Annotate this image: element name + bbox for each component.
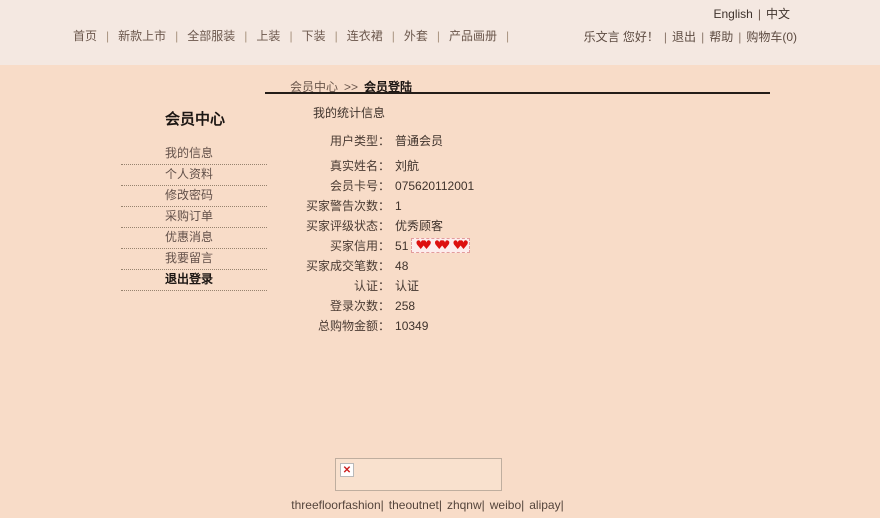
separator: | xyxy=(106,29,109,43)
separator: | xyxy=(482,498,485,512)
separator: | xyxy=(381,498,384,512)
footer-link-threefloorfashion[interactable]: threefloorfashion xyxy=(291,498,380,512)
separator: | xyxy=(561,498,564,512)
stat-value: 优秀顾客 xyxy=(395,219,443,233)
stat-row-buyer-credit: 买家信用： 51 ♥♥ ♥♥ ♥♥ xyxy=(270,236,610,256)
nav-item-all-clothing[interactable]: 全部服装 xyxy=(187,29,235,43)
nav-item-tops[interactable]: 上装 xyxy=(256,29,280,43)
nav-item-catalog[interactable]: 产品画册 xyxy=(449,29,497,43)
separator: | xyxy=(521,498,524,512)
stat-colon: ： xyxy=(378,259,390,273)
stat-row-member-card-number: 会员卡号： 075620112001 xyxy=(270,176,610,196)
cart-link[interactable]: 购物车(0) xyxy=(746,30,797,44)
nav-item-dresses[interactable]: 连衣裙 xyxy=(347,29,383,43)
separator: | xyxy=(175,29,178,43)
stat-value: 51 xyxy=(395,239,408,253)
stat-colon: ： xyxy=(378,134,390,148)
lang-english-link[interactable]: English xyxy=(714,7,753,21)
stat-label: 认证 xyxy=(270,276,378,296)
stat-label: 买家警告次数 xyxy=(270,196,378,216)
separator: | xyxy=(392,29,395,43)
stat-row-certification: 认证：认证 xyxy=(270,276,610,296)
separator: | xyxy=(701,30,704,44)
stat-row-real-name: 真实姓名： 刘航 xyxy=(270,156,610,176)
stat-row-buyer-rating-status: 买家评级状态： 优秀顾客 xyxy=(270,216,610,236)
stat-row-login-count: 登录次数： 258 xyxy=(270,296,610,316)
stat-label: 会员卡号 xyxy=(270,176,378,196)
separator: | xyxy=(335,29,338,43)
stat-value: 认证 xyxy=(395,279,419,293)
stat-label: 买家成交笔数 xyxy=(270,256,378,276)
sidebar-item-my-info[interactable]: 我的信息 xyxy=(121,144,267,165)
separator: | xyxy=(506,29,509,43)
broken-image-x-icon: ✕ xyxy=(340,463,354,477)
stat-value: 刘航 xyxy=(395,159,419,173)
stat-value: 10349 xyxy=(395,319,428,333)
footer-link-weibo[interactable]: weibo xyxy=(490,498,521,512)
nav-item-coats[interactable]: 外套 xyxy=(404,29,428,43)
user-bar: 乐文言 您好！ | 退出 | 帮助 | 购物车(0) xyxy=(584,28,797,45)
sidebar-item-logout[interactable]: 退出登录 xyxy=(121,270,267,291)
double-heart-icon: ♥♥ xyxy=(415,238,427,252)
separator: | xyxy=(437,29,440,43)
stat-value: 普通会员 xyxy=(395,134,443,148)
stat-label: 真实姓名 xyxy=(270,156,378,176)
stat-label: 买家信用 xyxy=(270,236,378,256)
stat-row-completed-deals: 买家成交笔数： 48 xyxy=(270,256,610,276)
stat-label: 登录次数 xyxy=(270,296,378,316)
footer-link-alipay[interactable]: alipay xyxy=(529,498,560,512)
stat-colon: ： xyxy=(378,179,390,193)
stat-value: 48 xyxy=(395,259,408,273)
sidebar-item-promo-news[interactable]: 优惠消息 xyxy=(121,228,267,249)
separator: | xyxy=(244,29,247,43)
stat-row-buyer-warnings: 买家警告次数： 1 xyxy=(270,196,610,216)
user-greeting: 乐文言 您好！ xyxy=(584,30,659,44)
main-nav: 首页 | 新款上市 | 全部服装 | 上装 | 下装 | 连衣裙 | 外套 | 产品画册 | xyxy=(73,27,518,44)
sidebar-item-leave-message[interactable]: 我要留言 xyxy=(121,249,267,270)
member-center-sidebar: 会员中心 我的信息 个人资料 修改密码 采购订单 优惠消息 我要留言 退出登录 xyxy=(121,112,267,291)
stat-colon: ： xyxy=(378,279,390,293)
footer-link-zhqnw[interactable]: zhqnw xyxy=(447,498,482,512)
separator: | xyxy=(758,7,761,21)
footer-link-theoutnet[interactable]: theoutnet xyxy=(389,498,439,512)
credit-hearts-badge: ♥♥ ♥♥ ♥♥ xyxy=(411,238,470,253)
broken-banner-image[interactable]: ✕ xyxy=(335,458,502,491)
language-switcher: English | 中文 xyxy=(714,5,791,22)
stat-label: 用户类型 xyxy=(270,131,378,151)
sidebar-title: 会员中心 xyxy=(121,112,267,128)
stat-row-user-type: 用户类型： 普通会员 xyxy=(270,131,610,151)
stat-value: 258 xyxy=(395,299,415,313)
sidebar-item-personal-profile[interactable]: 个人资料 xyxy=(121,165,267,186)
double-heart-icon: ♥♥ xyxy=(434,238,446,252)
separator: | xyxy=(738,30,741,44)
sidebar-item-change-password[interactable]: 修改密码 xyxy=(121,186,267,207)
nav-item-home[interactable]: 首页 xyxy=(73,29,97,43)
nav-item-bottoms[interactable]: 下装 xyxy=(302,29,326,43)
separator: | xyxy=(289,29,292,43)
footer-links: threefloorfashion|theoutnet|zhqnw|weibo|… xyxy=(0,498,860,512)
my-statistics-panel: 我的统计信息 用户类型：普通会员 真实姓名：刘航 会员卡号：0756201120… xyxy=(270,106,610,336)
double-heart-icon: ♥♥ xyxy=(452,238,464,252)
separator: | xyxy=(439,498,442,512)
stat-colon: ： xyxy=(378,319,390,333)
stat-colon: ： xyxy=(378,239,390,253)
stat-colon: ： xyxy=(378,199,390,213)
page-header: English | 中文 首页 | 新款上市 | 全部服装 | 上装 | 下装 | 连衣裙 | 外套 | 产品画… xyxy=(0,0,880,65)
stat-label: 买家评级状态 xyxy=(270,216,378,236)
separator: | xyxy=(664,30,667,44)
logout-link[interactable]: 退出 xyxy=(672,30,696,44)
stats-title: 我的统计信息 xyxy=(313,106,610,120)
breadcrumb-divider xyxy=(265,92,770,94)
stat-value: 075620112001 xyxy=(395,179,474,193)
stat-value: 1 xyxy=(395,199,402,213)
help-link[interactable]: 帮助 xyxy=(709,30,733,44)
lang-chinese-link[interactable]: 中文 xyxy=(766,7,790,21)
stat-colon: ： xyxy=(378,159,390,173)
stat-colon: ： xyxy=(378,299,390,313)
stat-label: 总购物金额 xyxy=(270,316,378,336)
nav-item-new-arrivals[interactable]: 新款上市 xyxy=(118,29,166,43)
stat-row-total-purchase-amount: 总购物金额： 10349 xyxy=(270,316,610,336)
stat-colon: ： xyxy=(378,219,390,233)
sidebar-item-purchase-orders[interactable]: 采购订单 xyxy=(121,207,267,228)
